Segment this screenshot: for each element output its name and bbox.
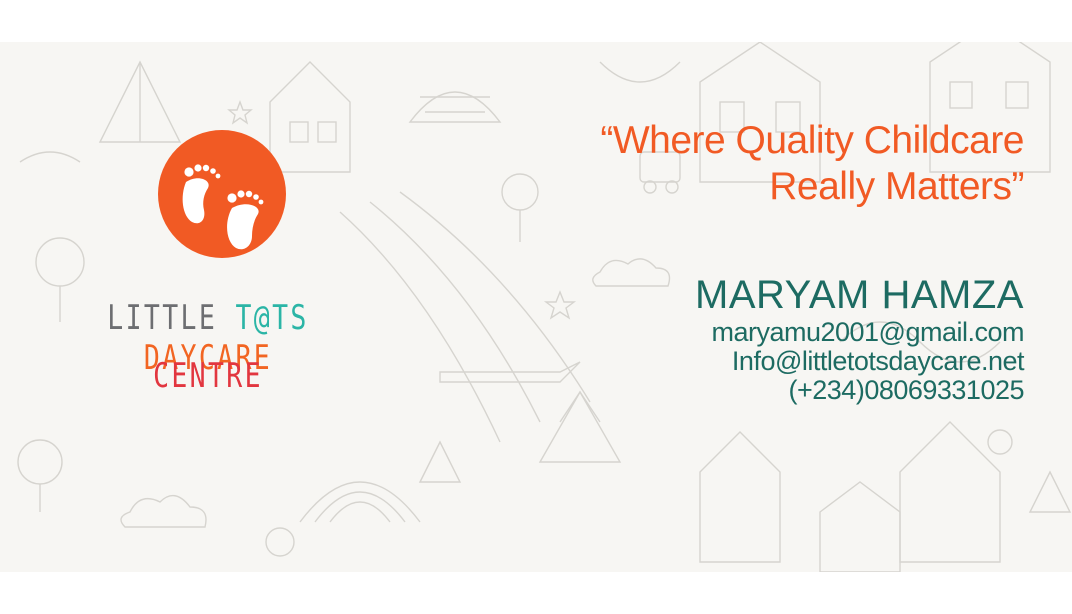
brand-word-centre: CENTRE xyxy=(153,356,263,396)
tagline-line-1: “Where Quality Childcare xyxy=(600,119,1024,162)
business-card: LITTLE T@TS DAYCARE CENTRE “Where Qualit… xyxy=(0,42,1072,572)
contact-email-business[interactable]: Info@littletotsdaycare.net xyxy=(504,347,1025,376)
contact-email-personal[interactable]: maryamu2001@gmail.com xyxy=(504,318,1024,347)
logo xyxy=(158,130,286,258)
contact-block: MARYAM HAMZA maryamu2001@gmail.com Info@… xyxy=(504,272,1025,405)
brand-word-little: LITTLE xyxy=(107,298,218,338)
tagline-line-2: Really Matters” xyxy=(769,165,1024,208)
contact-phone[interactable]: (+234)08069331025 xyxy=(504,376,1025,405)
tagline: “Where Quality Childcare Really Matters” xyxy=(464,118,1024,210)
contact-name: MARYAM HAMZA xyxy=(695,273,1024,317)
brand-word-tots: T@TS xyxy=(235,298,309,338)
footprints-icon xyxy=(182,164,264,250)
